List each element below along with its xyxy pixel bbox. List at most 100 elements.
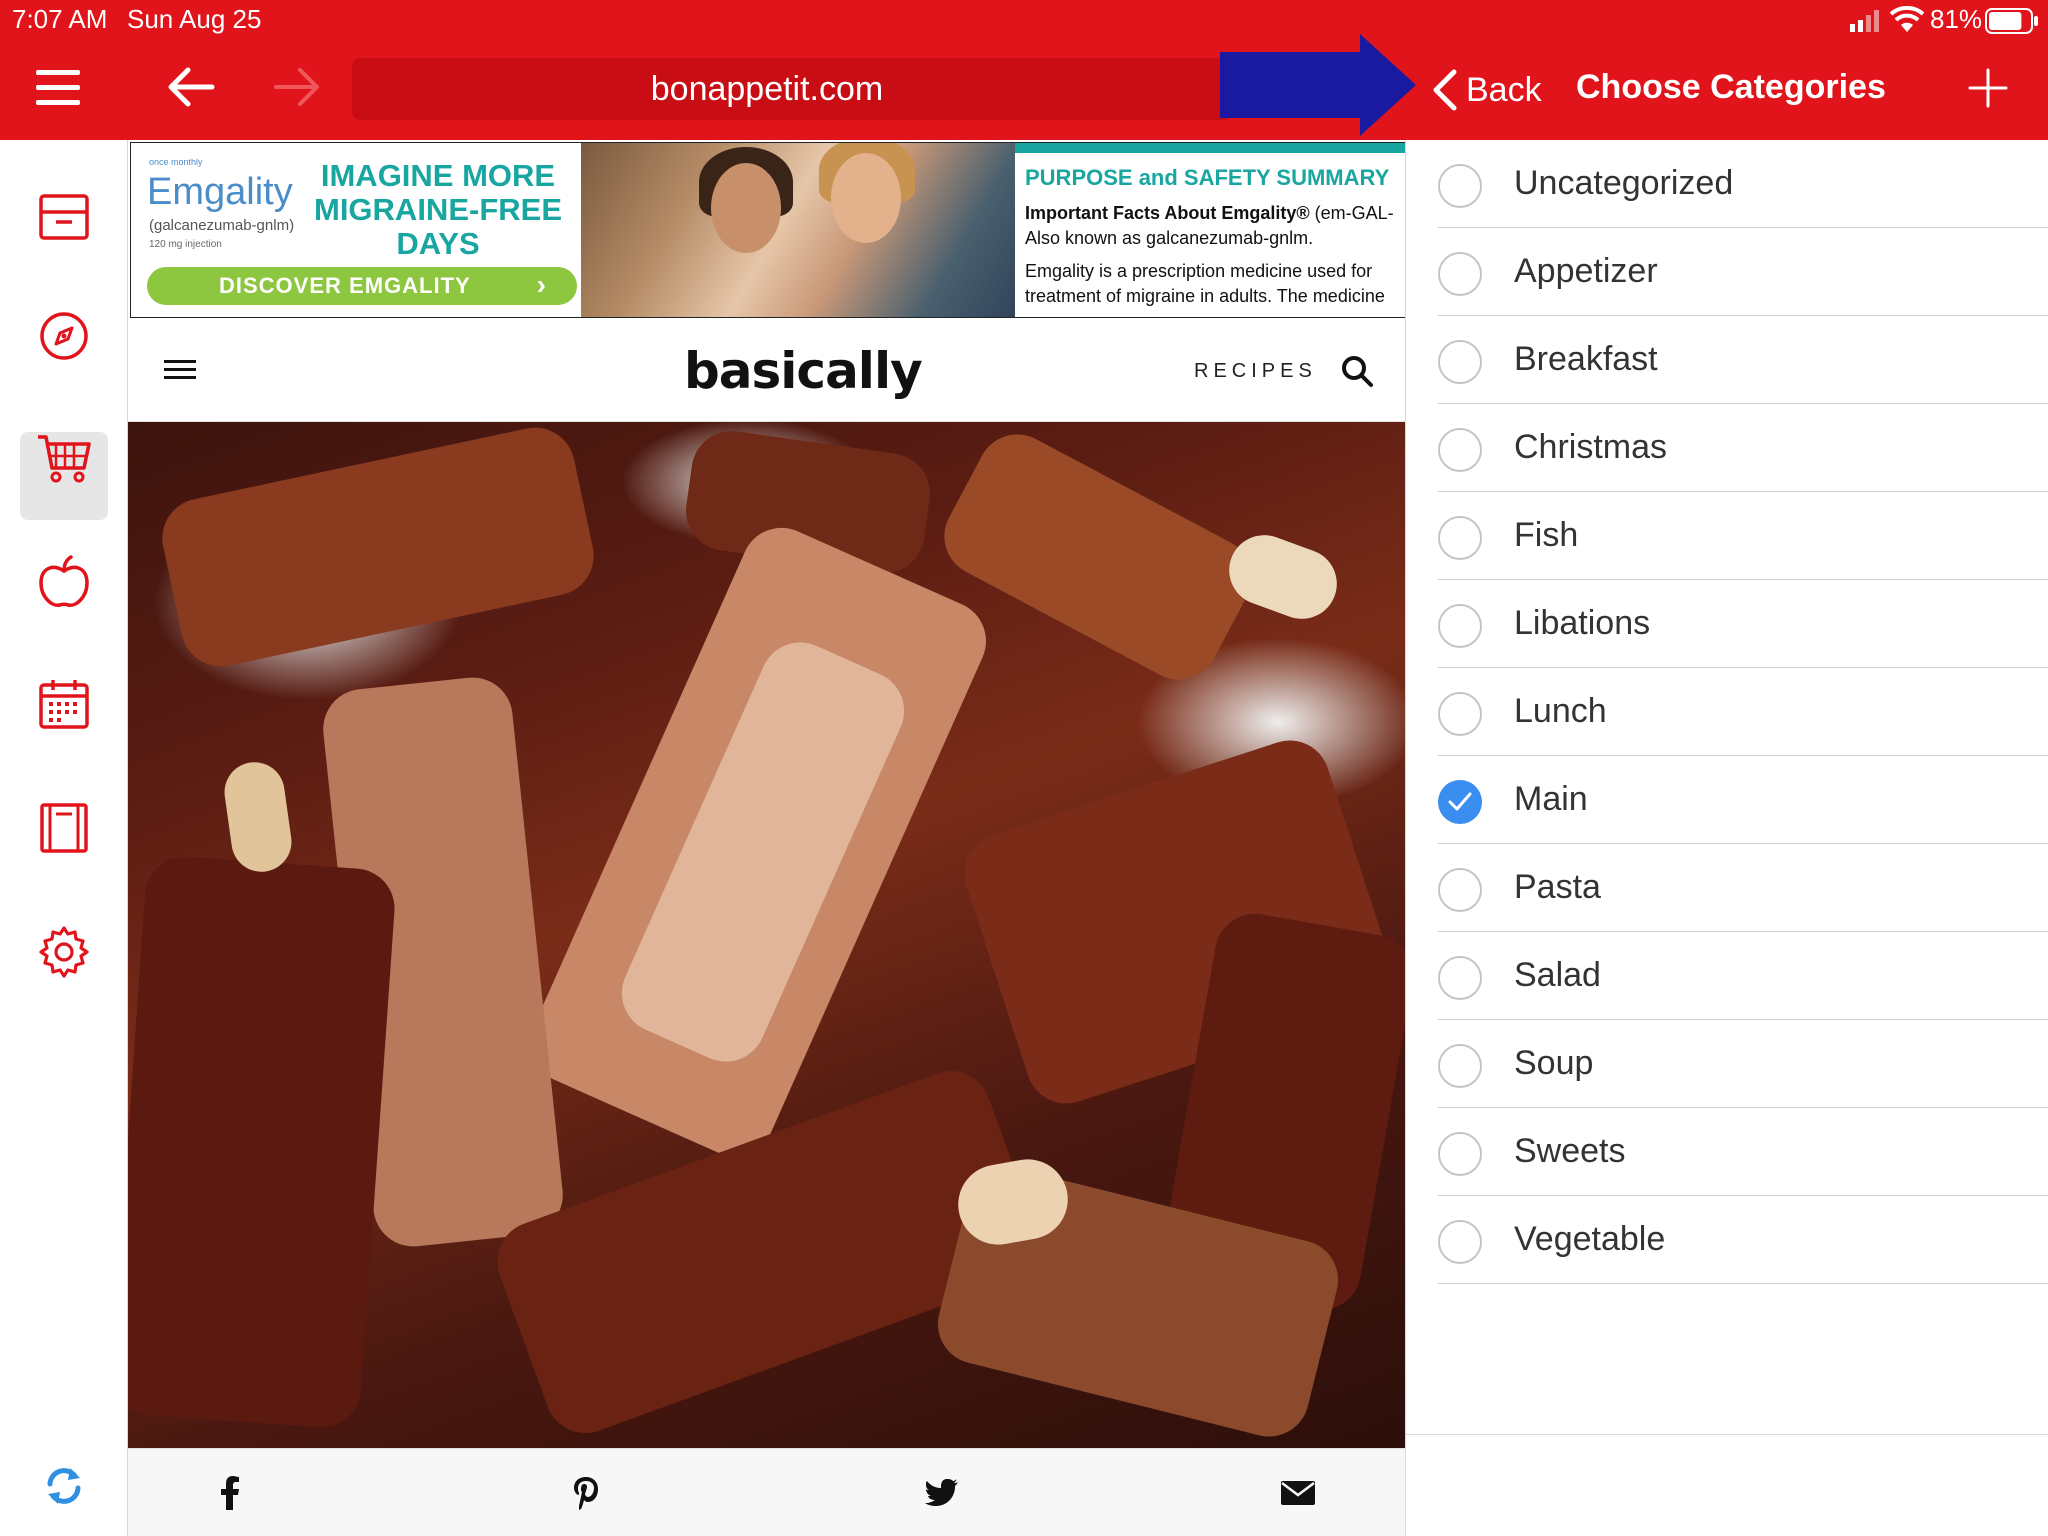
checked-radio-icon[interactable] <box>1438 780 1482 824</box>
radio-icon[interactable] <box>1438 252 1482 296</box>
sync-button[interactable] <box>34 1456 94 1516</box>
sidebar <box>0 140 128 1536</box>
apple-icon <box>39 555 89 607</box>
ad-photo <box>581 143 1029 317</box>
wifi-icon <box>1890 6 1924 32</box>
category-row[interactable]: Lunch <box>1406 668 2048 756</box>
hero-food-photo <box>128 422 1405 1448</box>
category-label: Main <box>1514 780 1588 818</box>
ad-safety-line: Emgality is a prescription medicine used… <box>1025 261 1373 281</box>
web-view[interactable]: once monthly Emgality (galcanezumab-gnlm… <box>128 140 1406 1536</box>
annotation-arrow <box>1220 34 1416 136</box>
ad-headline: IMAGINE MORE MIGRAINE-FREE DAYS <box>303 159 573 261</box>
ad-cta-label: DISCOVER EMGALITY <box>219 273 471 298</box>
sidebar-item-inbox[interactable] <box>34 186 94 246</box>
sidebar-item-browser[interactable] <box>34 306 94 366</box>
category-label: Salad <box>1514 956 1601 994</box>
category-row[interactable]: Sweets <box>1406 1108 2048 1196</box>
search-icon[interactable] <box>1340 354 1374 388</box>
ad-safety-title: PURPOSE and SAFETY SUMMARY <box>1025 165 1390 190</box>
ad-brand-small: once monthly <box>149 157 203 167</box>
sidebar-item-pantry[interactable] <box>34 552 94 612</box>
battery-percent: 81% <box>1930 4 1983 34</box>
site-nav-recipes[interactable]: RECIPES <box>1194 360 1317 383</box>
sidebar-item-meal-planner[interactable] <box>34 674 94 734</box>
sidebar-item-cookbooks[interactable] <box>34 798 94 858</box>
photo-rib <box>128 853 398 1431</box>
gear-icon <box>39 926 89 978</box>
panel-bottom-divider <box>1406 1434 2048 1435</box>
category-label: Libations <box>1514 604 1651 642</box>
category-label: Fish <box>1514 516 1579 554</box>
twitter-icon <box>925 1479 958 1506</box>
ad-brand-block: once monthly Emgality (galcanezumab-gnlm… <box>131 143 581 317</box>
pinterest-share-button[interactable] <box>568 1475 604 1511</box>
panel-back-button[interactable]: Back <box>1430 64 1542 116</box>
category-label: Christmas <box>1514 428 1668 466</box>
radio-icon[interactable] <box>1438 1044 1482 1088</box>
back-label: Back <box>1466 70 1542 109</box>
ad-cta-button[interactable]: DISCOVER EMGALITY › <box>147 267 577 305</box>
add-category-button[interactable] <box>1968 68 2008 108</box>
twitter-share-button[interactable] <box>924 1475 960 1511</box>
category-row[interactable]: Fish <box>1406 492 2048 580</box>
category-row[interactable]: Pasta <box>1406 844 2048 932</box>
category-row[interactable]: Breakfast <box>1406 316 2048 404</box>
inbox-tray-icon <box>39 194 89 240</box>
sidebar-item-settings[interactable] <box>34 922 94 982</box>
category-label: Vegetable <box>1514 1220 1666 1258</box>
radio-icon[interactable] <box>1438 1132 1482 1176</box>
ad-banner[interactable]: once monthly Emgality (galcanezumab-gnlm… <box>130 142 1405 318</box>
url-field[interactable]: bonappetit.com <box>352 58 1232 120</box>
category-row[interactable]: Soup <box>1406 1020 2048 1108</box>
share-bar <box>128 1448 1405 1536</box>
photo-rib <box>154 422 602 674</box>
ad-safety-line: Also known as galcanezumab-gnlm. <box>1025 228 1314 248</box>
category-row[interactable]: Uncategorized <box>1406 140 2048 228</box>
radio-icon[interactable] <box>1438 868 1482 912</box>
radio-icon[interactable] <box>1438 164 1482 208</box>
category-label: Soup <box>1514 1044 1594 1082</box>
radio-icon[interactable] <box>1438 516 1482 560</box>
category-row[interactable]: Libations <box>1406 580 2048 668</box>
radio-icon[interactable] <box>1438 428 1482 472</box>
radio-icon[interactable] <box>1438 956 1482 1000</box>
sidebar-item-groceries[interactable] <box>34 428 94 488</box>
radio-icon[interactable] <box>1438 340 1482 384</box>
category-row[interactable]: Christmas <box>1406 404 2048 492</box>
category-label: Breakfast <box>1514 340 1658 378</box>
calendar-icon <box>39 680 89 729</box>
ad-headline-line: DAYS <box>396 226 480 261</box>
ad-headline-line: MIGRAINE-FREE <box>314 192 562 227</box>
book-icon <box>40 803 88 853</box>
category-row[interactable]: Vegetable <box>1406 1196 2048 1284</box>
category-row[interactable]: Main <box>1406 756 2048 844</box>
mail-share-button[interactable] <box>1280 1475 1316 1511</box>
facebook-share-button[interactable] <box>212 1475 248 1511</box>
radio-icon[interactable] <box>1438 692 1482 736</box>
browser-back-button[interactable] <box>166 64 216 110</box>
photo-rib <box>220 758 296 876</box>
status-time: 7:07 AM <box>12 4 108 34</box>
radio-icon[interactable] <box>1438 1220 1482 1264</box>
category-label: Pasta <box>1514 868 1601 906</box>
category-row[interactable]: Appetizer <box>1406 228 2048 316</box>
ad-safety-summary: PURPOSE and SAFETY SUMMARY Important Fac… <box>1015 143 1405 317</box>
ad-safety-rest: (em-GAL- <box>1309 203 1394 223</box>
category-row[interactable]: Salad <box>1406 932 2048 1020</box>
radio-icon[interactable] <box>1438 604 1482 648</box>
browser-forward-button[interactable] <box>272 64 322 110</box>
site-logo[interactable]: basically <box>684 342 923 400</box>
ad-safety-line: treatment of migraine in adults. The med… <box>1025 286 1385 306</box>
compass-icon <box>40 312 88 360</box>
hamburger-menu-button[interactable] <box>36 68 86 108</box>
ad-photo-shape <box>831 153 901 243</box>
panel-title: Choose Categories <box>1576 68 1886 106</box>
category-label: Lunch <box>1514 692 1607 730</box>
category-separator <box>1438 1283 2048 1284</box>
ad-safety-line: Important Facts About Emgality® (em-GAL- <box>1025 203 1397 224</box>
top-bar: 7:07 AM Sun Aug 25 81% bonappetit.com Ba… <box>0 0 2048 140</box>
battery-icon <box>1985 8 2038 34</box>
url-text: bonappetit.com <box>650 69 884 108</box>
hamburger-icon[interactable] <box>164 358 196 382</box>
